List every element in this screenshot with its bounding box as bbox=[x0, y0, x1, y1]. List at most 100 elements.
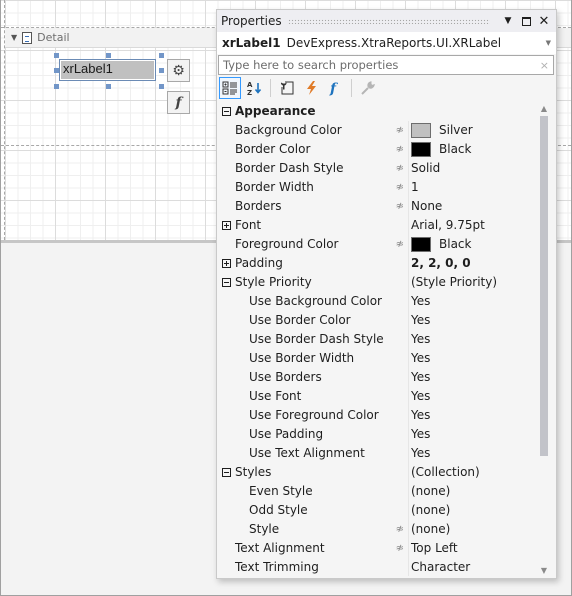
properties-button[interactable] bbox=[276, 77, 298, 99]
expand-icon[interactable] bbox=[221, 258, 231, 268]
property-row[interactable]: Font Arial, 9.75pt bbox=[217, 215, 539, 235]
property-row[interactable]: Use Foreground Color Yes bbox=[217, 405, 539, 425]
category-row[interactable]: Appearance bbox=[217, 102, 539, 121]
property-row[interactable]: Use Border Width Yes bbox=[217, 348, 539, 368]
property-value[interactable]: (none) bbox=[409, 500, 539, 520]
panel-title-bar[interactable]: Properties ▼ ✕ bbox=[217, 10, 556, 32]
expression-marker-icon[interactable]: ≉ bbox=[396, 524, 404, 535]
property-value[interactable]: Yes bbox=[409, 310, 539, 330]
property-value[interactable]: Yes bbox=[409, 424, 539, 444]
resize-handle-ne[interactable] bbox=[159, 53, 164, 58]
property-row[interactable]: Even Style (none) bbox=[217, 481, 539, 501]
resize-handle-s[interactable] bbox=[106, 84, 111, 89]
property-search-input[interactable] bbox=[223, 58, 540, 72]
property-name: Odd Style bbox=[235, 500, 409, 520]
close-button[interactable]: ✕ bbox=[536, 13, 552, 29]
property-row[interactable]: Text Alignment ≉ Top Left bbox=[217, 538, 539, 558]
object-selector[interactable]: xrLabel1 DevExpress.XtraReports.UI.XRLab… bbox=[217, 32, 556, 54]
property-row[interactable]: Use Border Color Yes bbox=[217, 310, 539, 330]
expander-cell[interactable] bbox=[217, 215, 235, 235]
expression-marker-icon[interactable]: ≉ bbox=[396, 182, 404, 193]
property-row[interactable]: Border Dash Style ≉ Solid bbox=[217, 158, 539, 178]
resize-handle-se[interactable] bbox=[159, 84, 164, 89]
expander-cell[interactable] bbox=[217, 272, 235, 292]
resize-handle-nw[interactable] bbox=[54, 53, 59, 58]
property-row[interactable]: Styles (Collection) bbox=[217, 462, 539, 482]
expression-marker-icon[interactable]: ≉ bbox=[396, 125, 404, 136]
drag-grip[interactable] bbox=[287, 18, 490, 24]
property-value[interactable]: Yes bbox=[409, 443, 539, 463]
resize-handle-e[interactable] bbox=[159, 68, 164, 73]
vertical-scrollbar[interactable]: ▲ ▼ bbox=[538, 102, 550, 576]
property-value[interactable]: Yes bbox=[409, 386, 539, 406]
maximize-button[interactable] bbox=[518, 13, 534, 29]
property-row[interactable]: Use Font Yes bbox=[217, 386, 539, 406]
expression-marker-icon[interactable]: ≉ bbox=[396, 543, 404, 554]
property-row[interactable]: Text Trimming Character bbox=[217, 557, 539, 576]
scrollbar-thumb[interactable] bbox=[540, 116, 548, 456]
resize-handle-sw[interactable] bbox=[54, 84, 59, 89]
property-row[interactable]: Odd Style (none) bbox=[217, 500, 539, 520]
chevron-down-icon[interactable]: ▼ bbox=[546, 39, 551, 47]
expression-marker-icon[interactable]: ≉ bbox=[396, 239, 404, 250]
property-value[interactable]: Yes bbox=[409, 291, 539, 311]
property-row[interactable]: Use Borders Yes bbox=[217, 367, 539, 387]
property-row[interactable]: Use Background Color Yes bbox=[217, 291, 539, 311]
expression-marker-icon[interactable]: ≉ bbox=[396, 144, 404, 155]
property-row[interactable]: Style ≉ (none) bbox=[217, 519, 539, 539]
expander-cell[interactable] bbox=[217, 253, 235, 273]
property-value[interactable]: None bbox=[409, 196, 539, 216]
alphabetical-button[interactable]: A Z bbox=[243, 77, 265, 99]
property-value[interactable]: (none) bbox=[409, 519, 539, 539]
panel-options-button[interactable]: ▼ bbox=[500, 13, 516, 29]
property-value[interactable]: (Style Priority) bbox=[409, 272, 539, 292]
property-value[interactable]: Arial, 9.75pt bbox=[409, 215, 539, 235]
property-row[interactable]: Borders ≉ None bbox=[217, 196, 539, 216]
property-value[interactable]: 2, 2, 0, 0 bbox=[409, 253, 539, 273]
collapse-icon[interactable] bbox=[221, 106, 231, 116]
property-row[interactable]: Style Priority (Style Priority) bbox=[217, 272, 539, 292]
property-value[interactable]: Character bbox=[409, 557, 539, 576]
property-value[interactable]: Yes bbox=[409, 405, 539, 425]
scroll-down-icon[interactable]: ▼ bbox=[539, 565, 549, 575]
property-search-box[interactable]: × bbox=[218, 55, 554, 75]
collapse-arrow-icon[interactable]: ▼ bbox=[11, 33, 17, 42]
property-row[interactable]: Use Text Alignment Yes bbox=[217, 443, 539, 463]
property-value[interactable]: Solid bbox=[409, 158, 539, 178]
property-value[interactable]: Yes bbox=[409, 367, 539, 387]
property-value[interactable]: Black bbox=[409, 139, 539, 159]
expression-button[interactable]: f bbox=[167, 91, 190, 114]
settings-button[interactable] bbox=[357, 77, 379, 99]
resize-handle-w[interactable] bbox=[54, 68, 59, 73]
events-button[interactable] bbox=[300, 77, 322, 99]
property-row[interactable]: Use Border Dash Style Yes bbox=[217, 329, 539, 349]
property-row[interactable]: Border Color ≉ Black bbox=[217, 139, 539, 159]
property-value[interactable]: Silver bbox=[409, 120, 539, 140]
expander-cell[interactable] bbox=[217, 102, 235, 121]
expression-marker-icon[interactable]: ≉ bbox=[396, 163, 404, 174]
expressions-button[interactable]: f bbox=[324, 77, 346, 99]
property-value[interactable]: Black bbox=[409, 234, 539, 254]
property-value[interactable]: Yes bbox=[409, 348, 539, 368]
property-row[interactable]: Foreground Color ≉ Black bbox=[217, 234, 539, 254]
expander-cell[interactable] bbox=[217, 462, 235, 482]
categorized-button[interactable] bbox=[219, 77, 241, 99]
property-value[interactable]: (Collection) bbox=[409, 462, 539, 482]
expand-icon[interactable] bbox=[221, 220, 231, 230]
property-value[interactable]: (none) bbox=[409, 481, 539, 501]
scroll-up-icon[interactable]: ▲ bbox=[539, 103, 549, 113]
collapse-icon[interactable] bbox=[221, 467, 231, 477]
property-value[interactable]: Yes bbox=[409, 329, 539, 349]
property-row[interactable]: Border Width ≉ 1 bbox=[217, 177, 539, 197]
collapse-icon[interactable] bbox=[221, 277, 231, 287]
xrlabel-control[interactable]: xrLabel1 bbox=[59, 59, 156, 81]
property-row[interactable]: Background Color ≉ Silver bbox=[217, 120, 539, 140]
property-row[interactable]: Padding 2, 2, 0, 0 bbox=[217, 253, 539, 273]
property-value[interactable]: Top Left bbox=[409, 538, 539, 558]
property-value[interactable]: 1 bbox=[409, 177, 539, 197]
smart-tag-button[interactable]: ⚙ bbox=[167, 59, 190, 82]
property-row[interactable]: Use Padding Yes bbox=[217, 424, 539, 444]
clear-search-icon[interactable]: × bbox=[540, 59, 549, 72]
expression-marker-icon[interactable]: ≉ bbox=[396, 201, 404, 212]
resize-handle-n[interactable] bbox=[106, 53, 111, 58]
